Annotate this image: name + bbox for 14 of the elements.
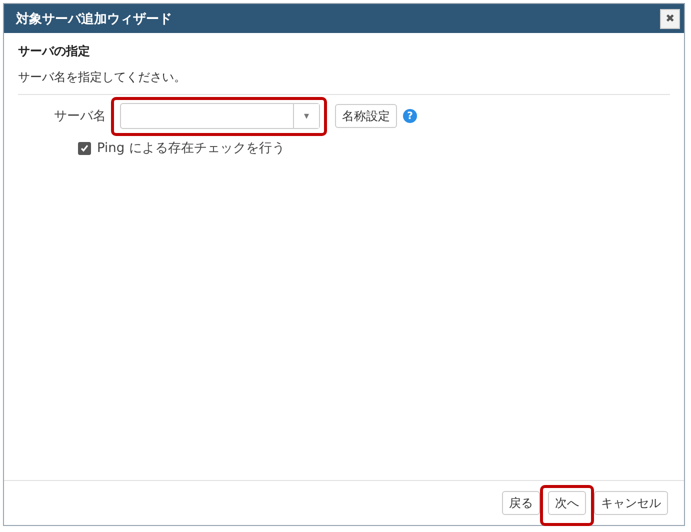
section-heading: サーバの指定 [18, 43, 91, 60]
ping-checkbox[interactable] [78, 142, 91, 154]
field-label: サーバ名 [53, 108, 106, 125]
checkbox-label: Ping による存在チェックを行う [97, 140, 285, 157]
name-setting-button[interactable]: 名称設定 [335, 104, 397, 128]
wizard-button[interactable]: 次へ [548, 491, 586, 515]
close-button[interactable]: ✖ [660, 8, 680, 28]
check-icon [80, 144, 89, 152]
section-description: サーバ名を指定してください。 [18, 69, 187, 86]
server-name-combo[interactable]: ▾ [120, 103, 320, 129]
wizard-button[interactable]: キャンセル [594, 491, 668, 515]
dropdown-caret[interactable]: ▾ [293, 104, 319, 128]
window-title: 対象サーバ追加ウィザード [16, 10, 172, 28]
wizard-button[interactable]: 戻る [502, 491, 540, 515]
